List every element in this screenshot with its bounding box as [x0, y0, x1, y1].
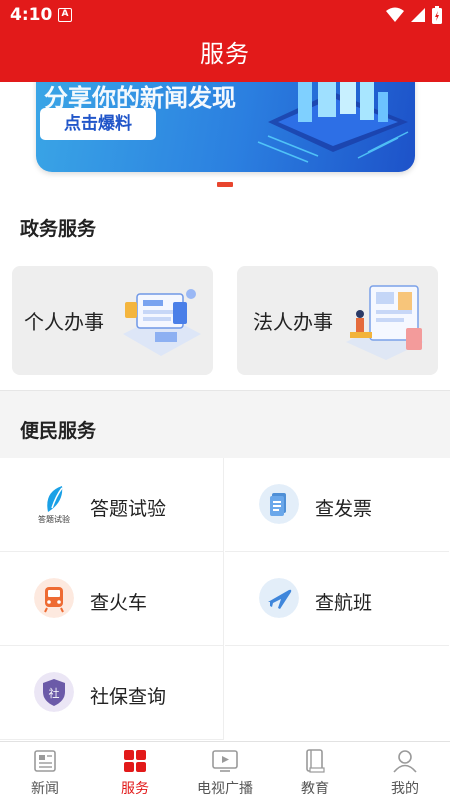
corporate-affairs-label: 法人办事 [253, 310, 333, 334]
bottom-nav: 新闻 服务 电视广播 教育 我的 [0, 741, 450, 801]
nav-education[interactable]: 教育 [270, 742, 360, 801]
flight-label: 查航班 [315, 592, 373, 614]
corporate-affairs-card[interactable]: 法人办事 [237, 266, 438, 375]
profile-icon [393, 750, 417, 773]
invoice-item[interactable]: 查发票 [225, 458, 449, 552]
nav-tv[interactable]: 电视广播 [180, 742, 270, 801]
status-time: 4:10 [10, 5, 53, 25]
status-icons [386, 6, 442, 24]
invoice-icon [259, 484, 299, 524]
nav-news-label: 新闻 [31, 781, 59, 797]
report-news-button[interactable]: 点击爆料 [40, 108, 156, 140]
tv-icon [212, 750, 238, 772]
nav-profile[interactable]: 我的 [360, 742, 450, 801]
nav-tv-label: 电视广播 [197, 781, 253, 797]
quiz-icon: 答题试验 [38, 486, 70, 524]
train-item[interactable]: 查火车 [0, 552, 224, 646]
notification-icon: A [58, 8, 72, 22]
nav-education-label: 教育 [301, 781, 329, 797]
wifi-icon [386, 7, 404, 22]
quiz-label: 答题试验 [90, 498, 167, 520]
quiz-icon-text: 答题试验 [38, 514, 70, 524]
social-security-label: 社保查询 [90, 686, 167, 708]
corporate-affairs-illustration [346, 285, 424, 360]
social-security-icon-text: 社 [49, 686, 60, 700]
flight-item[interactable]: 查航班 [225, 552, 449, 646]
personal-affairs-card[interactable]: 个人办事 [12, 266, 213, 375]
carousel-indicator [217, 182, 233, 187]
train-icon [34, 578, 74, 618]
education-icon [306, 749, 325, 773]
nav-services[interactable]: 服务 [90, 742, 180, 801]
personal-affairs-illustration [123, 289, 201, 356]
battery-icon [432, 6, 442, 24]
banner-carousel[interactable]: 分享你的新闻发现 点击爆料 [0, 82, 450, 182]
gov-services-title: 政务服务 [20, 218, 97, 240]
services-icon [124, 750, 146, 772]
nav-profile-label: 我的 [391, 781, 419, 797]
status-bar: 4:10 A [0, 0, 450, 30]
social-security-item[interactable]: 社 社保查询 [0, 646, 224, 740]
news-icon [34, 750, 56, 772]
convenience-services-title: 便民服务 [20, 420, 97, 442]
app-header: 4:10 A 服务 [0, 0, 450, 82]
airplane-icon [259, 578, 299, 618]
social-security-icon: 社 [34, 672, 74, 712]
nav-news[interactable]: 新闻 [0, 742, 90, 801]
city-illustration [257, 82, 409, 163]
train-label: 查火车 [90, 592, 148, 614]
personal-affairs-label: 个人办事 [24, 310, 104, 334]
quiz-item[interactable]: 答题试验 答题试验 [0, 458, 224, 552]
cell-signal-icon [411, 8, 425, 22]
convenience-grid: 答题试验 答题试验 查发票 查火车 查航班 社 社保查询 [0, 458, 450, 740]
nav-services-label: 服务 [121, 781, 149, 797]
invoice-label: 查发票 [315, 498, 373, 520]
banner-slide[interactable]: 分享你的新闻发现 点击爆料 [36, 82, 415, 172]
page-title: 服务 [200, 40, 250, 68]
